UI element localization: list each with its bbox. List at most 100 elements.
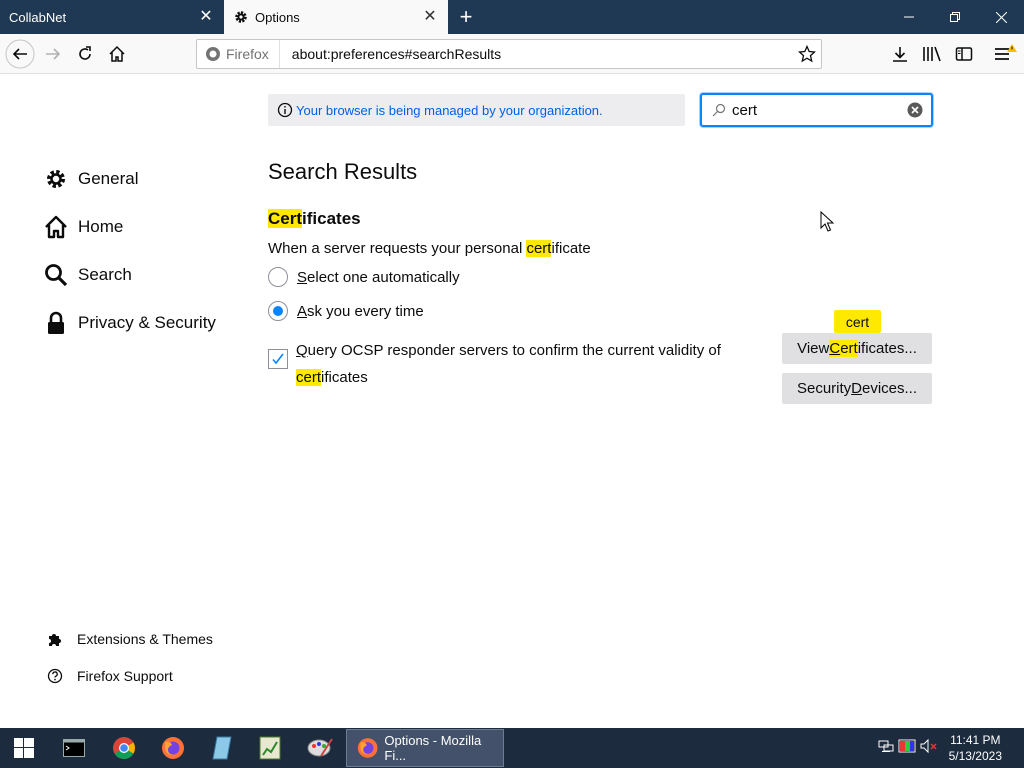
hamburger-menu-icon bbox=[995, 44, 1017, 60]
taskbar-app-paint[interactable] bbox=[300, 732, 340, 764]
download-icon bbox=[893, 47, 907, 62]
radio-label: Ask you every time bbox=[297, 302, 424, 320]
volume-muted-icon[interactable] bbox=[920, 738, 938, 754]
tab-label: Options bbox=[255, 9, 300, 25]
page-title: Search Results bbox=[268, 159, 418, 184]
navigation-toolbar: Firefox about:preferences#searchResults bbox=[0, 34, 1024, 74]
view-certificates-button[interactable]: View Cert ificates... bbox=[782, 333, 932, 364]
back-button[interactable] bbox=[5, 39, 35, 69]
ocsp-checkbox-row[interactable]: Query OCSP responder servers to confirm … bbox=[268, 337, 728, 391]
help-icon bbox=[46, 668, 64, 684]
clock-date: 5/13/2023 bbox=[948, 749, 1002, 763]
gear-icon bbox=[44, 167, 68, 191]
taskbar-active-window[interactable]: Options - Mozilla Fi... bbox=[346, 729, 504, 767]
downloads-button[interactable] bbox=[885, 39, 915, 69]
paint-icon bbox=[307, 738, 333, 757]
gear-icon bbox=[235, 11, 247, 23]
close-tab-icon[interactable]: ✕ bbox=[422, 8, 438, 25]
start-button[interactable] bbox=[4, 732, 44, 764]
policy-notice-text: Your browser is being managed by your or… bbox=[296, 102, 603, 118]
close-tab-icon[interactable]: ✕ bbox=[198, 8, 214, 25]
categories-sidebar: General Home Search Privacy & Security bbox=[44, 155, 216, 347]
reload-button[interactable] bbox=[70, 39, 100, 69]
sidebar-item-general[interactable]: General bbox=[44, 155, 216, 203]
bookmark-star-icon[interactable] bbox=[798, 45, 816, 63]
taskbar-app-chart[interactable] bbox=[250, 732, 290, 764]
sidebar-item-label: Search bbox=[78, 265, 132, 284]
home-icon bbox=[44, 215, 68, 239]
taskbar-firefox[interactable] bbox=[153, 732, 193, 764]
windows-logo-icon bbox=[14, 738, 34, 758]
minimize-button[interactable] bbox=[886, 0, 932, 34]
site-identity[interactable]: Firefox bbox=[197, 40, 280, 68]
sidebar-toggle-button[interactable] bbox=[949, 39, 979, 69]
radio-ask-every-time[interactable]: Ask you every time bbox=[268, 301, 424, 321]
taskbar-terminal[interactable] bbox=[54, 732, 94, 764]
clear-search-icon[interactable] bbox=[907, 102, 923, 118]
mouse-cursor-icon bbox=[820, 211, 834, 232]
windows-taskbar: Options - Mozilla Fi... 11:41 PM 5/13/20… bbox=[0, 728, 1024, 768]
info-icon bbox=[277, 102, 293, 118]
taskbar-chrome[interactable] bbox=[104, 732, 144, 764]
network-icon[interactable] bbox=[878, 738, 894, 754]
sidebar-item-search[interactable]: Search bbox=[44, 251, 216, 299]
firefox-icon bbox=[206, 47, 220, 61]
terminal-icon bbox=[63, 739, 85, 757]
radio-button[interactable] bbox=[268, 301, 288, 321]
chrome-icon bbox=[113, 737, 135, 759]
checkmark-icon bbox=[272, 353, 284, 365]
home-icon bbox=[109, 45, 125, 62]
preferences-page: Your browser is being managed by your or… bbox=[0, 75, 1024, 728]
restore-button[interactable] bbox=[932, 0, 978, 34]
forward-arrow-icon bbox=[46, 48, 61, 60]
ocsp-label: Query OCSP responder servers to confirm … bbox=[296, 342, 721, 386]
forward-button[interactable] bbox=[38, 39, 68, 69]
search-highlight: Cert bbox=[268, 209, 303, 228]
tab-collabnet[interactable]: CollabNet ✕ bbox=[0, 0, 224, 34]
new-tab-button[interactable]: + bbox=[448, 0, 484, 34]
firefox-support-link[interactable]: Firefox Support bbox=[46, 657, 213, 694]
description-post: ificate bbox=[551, 240, 591, 257]
home-button[interactable] bbox=[102, 39, 132, 69]
section-title-rest: ificates bbox=[302, 209, 361, 228]
extensions-themes-link[interactable]: Extensions & Themes bbox=[46, 620, 213, 657]
sidebar-item-label: General bbox=[78, 169, 139, 188]
preferences-search-input[interactable]: cert bbox=[700, 93, 933, 127]
footer-link-label: Firefox Support bbox=[77, 667, 173, 684]
radio-label: Select one automatically bbox=[297, 268, 460, 286]
reload-icon bbox=[79, 46, 91, 60]
search-match-tooltip: cert bbox=[834, 310, 881, 333]
url-bar[interactable]: Firefox about:preferences#searchResults bbox=[196, 39, 822, 69]
search-highlight: cert bbox=[296, 369, 322, 386]
taskbar-app-blue[interactable] bbox=[202, 732, 242, 764]
search-icon bbox=[712, 103, 726, 117]
sidebar-item-label: Privacy & Security bbox=[78, 313, 216, 332]
notepad-icon bbox=[212, 736, 232, 760]
lock-icon bbox=[44, 311, 68, 335]
close-window-button[interactable] bbox=[978, 0, 1024, 34]
sidebar-item-home[interactable]: Home bbox=[44, 203, 216, 251]
certificates-description: When a server requests your personal cer… bbox=[268, 240, 591, 257]
security-devices-button[interactable]: Security Devices... bbox=[782, 373, 932, 404]
search-icon bbox=[44, 263, 68, 287]
description-pre: When a server requests your personal bbox=[268, 240, 527, 257]
radio-button[interactable] bbox=[268, 267, 288, 287]
policy-notice[interactable]: Your browser is being managed by your or… bbox=[268, 94, 685, 126]
library-icon bbox=[923, 46, 941, 62]
identity-label: Firefox bbox=[226, 46, 269, 62]
tab-options[interactable]: Options ✕ bbox=[224, 0, 448, 34]
taskbar-window-title: Options - Mozilla Fi... bbox=[384, 733, 482, 763]
search-highlight: cert bbox=[526, 240, 552, 257]
display-icon[interactable] bbox=[898, 738, 916, 754]
sidebar-item-label: Home bbox=[78, 217, 124, 236]
sidebar-item-privacy[interactable]: Privacy & Security bbox=[44, 299, 216, 347]
spreadsheet-icon bbox=[259, 736, 281, 760]
tab-label: CollabNet bbox=[9, 9, 67, 25]
clock-time: 11:41 PM bbox=[950, 733, 1001, 747]
radio-select-automatically[interactable]: Select one automatically bbox=[268, 267, 460, 287]
menu-button[interactable] bbox=[990, 39, 1020, 69]
url-text: about:preferences#searchResults bbox=[291, 46, 502, 62]
ocsp-checkbox[interactable] bbox=[268, 349, 288, 369]
library-button[interactable] bbox=[917, 39, 947, 69]
taskbar-clock[interactable]: 11:41 PM 5/13/2023 bbox=[949, 732, 1002, 764]
